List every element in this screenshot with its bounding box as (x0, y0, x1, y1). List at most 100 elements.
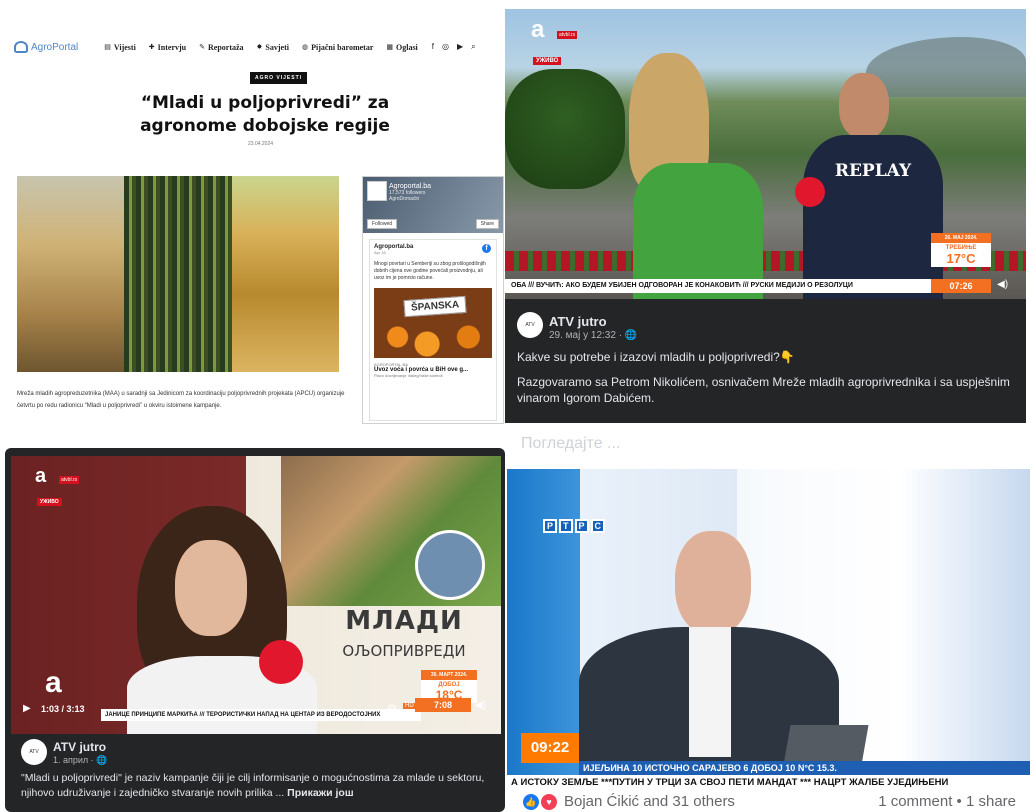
video-player[interactable]: REPLAY a atvbl.rs УЖИВО 26. МАЈ 2024. ТР… (505, 9, 1026, 299)
menu-item-vijesti[interactable]: ▤ Vijesti (104, 43, 136, 52)
page-name[interactable]: ATV jutro (549, 314, 607, 329)
channel-url: atvbl.rs (557, 31, 578, 39)
fb-post-author[interactable]: Agroportal.ba Apr 16 (374, 244, 492, 255)
page-name[interactable]: ATV jutro (53, 740, 106, 754)
atv-watermark-icon: a (45, 666, 62, 699)
followed-button[interactable]: Followed (367, 219, 398, 229)
comment-share-count[interactable]: 1 comment • 1 share (878, 793, 1016, 810)
poster-line-2: ОЉОПРИВРЕДИ (342, 642, 466, 660)
weather-date: 26. МАЈ 2024. (931, 233, 991, 243)
video-time: 1:03 / 3:13 (41, 704, 85, 714)
atv-channel-logo: a atvbl.rs (35, 465, 80, 487)
campaign-poster-text: МЛАДИ ОЉОПРИВРЕДИ (307, 606, 501, 660)
post-text: "Mladi u poljoprivredi" je naziv kampanj… (21, 771, 491, 801)
laptop (783, 725, 869, 765)
microphone-icon (259, 640, 303, 684)
article-hero-image (17, 176, 339, 372)
category-badge[interactable]: AGRO VIJESTI (250, 72, 308, 84)
atv-channel-logo: a atvbl.rs (531, 18, 578, 42)
rtrs-logo-letter: Т (559, 519, 573, 533)
agroportal-article-screenshot: AgroPortal ▤ Vijesti ✚ Intervju ✎ Reportaža… (0, 0, 506, 432)
facebook-icon[interactable]: f (432, 42, 434, 52)
social-links: f ◎ ▶ ⌕ (432, 42, 476, 52)
menu-icon: ▦ (386, 43, 393, 51)
fb-post-image[interactable]: ŠPANSKA (374, 288, 492, 358)
atv-logo-icon: a (35, 465, 47, 487)
page-avatar[interactable]: ATV (517, 312, 543, 338)
guest-head (675, 531, 751, 635)
fb-widget-post: f Agroportal.ba Apr 16 Mnogi povrtari u S… (369, 239, 497, 421)
play-icon[interactable]: ▶ (23, 703, 31, 714)
menu-label: Pijačni barometar (311, 42, 374, 52)
menu-icon: ✎ (199, 43, 205, 51)
youtube-icon[interactable]: ▶ (457, 42, 463, 52)
page-avatar[interactable]: ATV (21, 739, 47, 765)
instagram-icon[interactable]: ◎ (442, 42, 449, 52)
menu-item-reportaza[interactable]: ✎ Reportaža (199, 43, 243, 52)
field-rows-photo (124, 176, 232, 372)
see-more-link[interactable]: Прикажи још (287, 787, 353, 799)
interviewee-head (839, 73, 889, 139)
search-icon[interactable]: ⌕ (471, 42, 475, 52)
weather-date: 30. МАРТ 2024. (421, 670, 477, 680)
post-text-line-1: Kakve su potrebe i izazovi mladih u polj… (517, 350, 795, 364)
fb-page-name[interactable]: Agroportal.ba (389, 183, 431, 190)
live-badge: УЖИВО (533, 57, 562, 65)
logo-text: AgroPortal (31, 41, 79, 53)
atv-post-video-1: REPLAY a atvbl.rs УЖИВО 26. МАЈ 2024. ТР… (505, 9, 1026, 423)
fb-widget-cover: Agroportal.ba 17,573 followers AgroDomać… (363, 177, 503, 233)
site-navbar: AgroPortal ▤ Vijesti ✚ Intervju ✎ Reportaža… (14, 36, 504, 58)
weather-widget: 26. МАЈ 2024. ТРЕБИЊЕ 17°C (931, 233, 991, 267)
video-player[interactable]: Р Т Р С 09:22 ИЈЕЉИНА 10 ИСТОЧНО САРАЈЕВ… (507, 469, 1030, 791)
heart-icon: ♥ (541, 793, 557, 810)
reactions-names: Bojan Ćikić and 31 others (564, 793, 735, 810)
menu-item-oglasi[interactable]: ▦ Oglasi (386, 43, 417, 52)
menu-icon: ✚ (148, 43, 155, 51)
weather-temp: 17°C (931, 251, 991, 267)
volume-icon[interactable]: ◀) (997, 279, 1008, 290)
news-ticker: ОБА /// ВУЧИЋ: АКО БУДЕМ УБИЈЕН ОДГОВОРА… (505, 279, 931, 293)
rtrs-logo-letter: Р (543, 519, 558, 533)
agroportal-logo-icon (14, 41, 28, 53)
fb-widget-buttons: Followed Share (367, 219, 499, 229)
video-player[interactable]: МЛАДИ ОЉОПРИВРЕДИ a atvbl.rs УЖИВО a 30.… (11, 456, 501, 734)
background-trees (505, 69, 625, 189)
produce-sign: ŠPANSKA (403, 295, 467, 318)
rtrs-video-post: Погледајте ... Р Т Р С 09:22 ИЈЕЉИНА 10 … (507, 433, 1030, 812)
interviewee-face (175, 540, 247, 636)
poster-line-1: МЛАДИ (345, 606, 463, 636)
weather-city: ДОБОЈ (421, 680, 477, 688)
menu-label: Oglasi (396, 42, 418, 52)
live-badge: УЖИВО (37, 498, 62, 506)
article-date: 23.04.2024 (248, 141, 274, 147)
facebook-icon: f (482, 244, 491, 253)
article-title: “Mladi u poljoprivredi” za agronome dobo… (140, 93, 390, 136)
interviewee-shirt: REPLAY (803, 135, 943, 299)
tv-clock: 7:08 (415, 698, 471, 712)
post-text-line-2: Razgovaramo sa Petrom Nikolićem, osnivač… (517, 375, 1010, 405)
menu-item-savjeti[interactable]: ✸ Savjeti (257, 43, 289, 52)
fb-cover-text: AgroDomaćin (389, 196, 420, 202)
main-menu: ▤ Vijesti ✚ Intervju ✎ Reportaža ✸ Savjeti ◍… (104, 43, 418, 52)
cropped-top-text: Погледајте ... (507, 433, 1030, 461)
agroportal-logo[interactable]: AgroPortal (14, 41, 78, 53)
wheat-photo (17, 176, 125, 372)
weather-strip: ИЈЕЉИНА 10 ИСТОЧНО САРАЈЕВО 6 ДОБОЈ 10 N… (579, 761, 1030, 775)
weather-city: ТРЕБИЊЕ (931, 243, 991, 251)
post-date[interactable]: 29. мај у 12:32 · 🌐 (549, 330, 637, 341)
gear-icon[interactable]: ⚙ (387, 702, 397, 715)
menu-item-pijacni-barometar[interactable]: ◍ Pijačni barometar (302, 43, 373, 52)
hay-bales-photo (231, 176, 339, 372)
share-button[interactable]: Share (475, 219, 499, 229)
fb-page-avatar[interactable] (367, 181, 387, 201)
menu-icon: ◍ (301, 43, 309, 51)
news-crawl: А ИСТОКУ ЗЕМЉЕ ***ПУТИН У ТРЦИ ЗА СВОЈ П… (507, 775, 1030, 791)
reactions-summary[interactable]: 👍 ♥ Bojan Ćikić and 31 others (523, 793, 735, 810)
volume-icon[interactable]: ◀) (475, 700, 486, 711)
menu-item-intervju[interactable]: ✚ Intervju (149, 43, 186, 52)
like-icon: 👍 (523, 793, 539, 810)
post-date[interactable]: 1. април · 🌐 (53, 755, 107, 766)
hd-badge[interactable]: HD (403, 703, 416, 709)
guest-shirt (689, 627, 731, 757)
reporter-figure (613, 53, 763, 299)
